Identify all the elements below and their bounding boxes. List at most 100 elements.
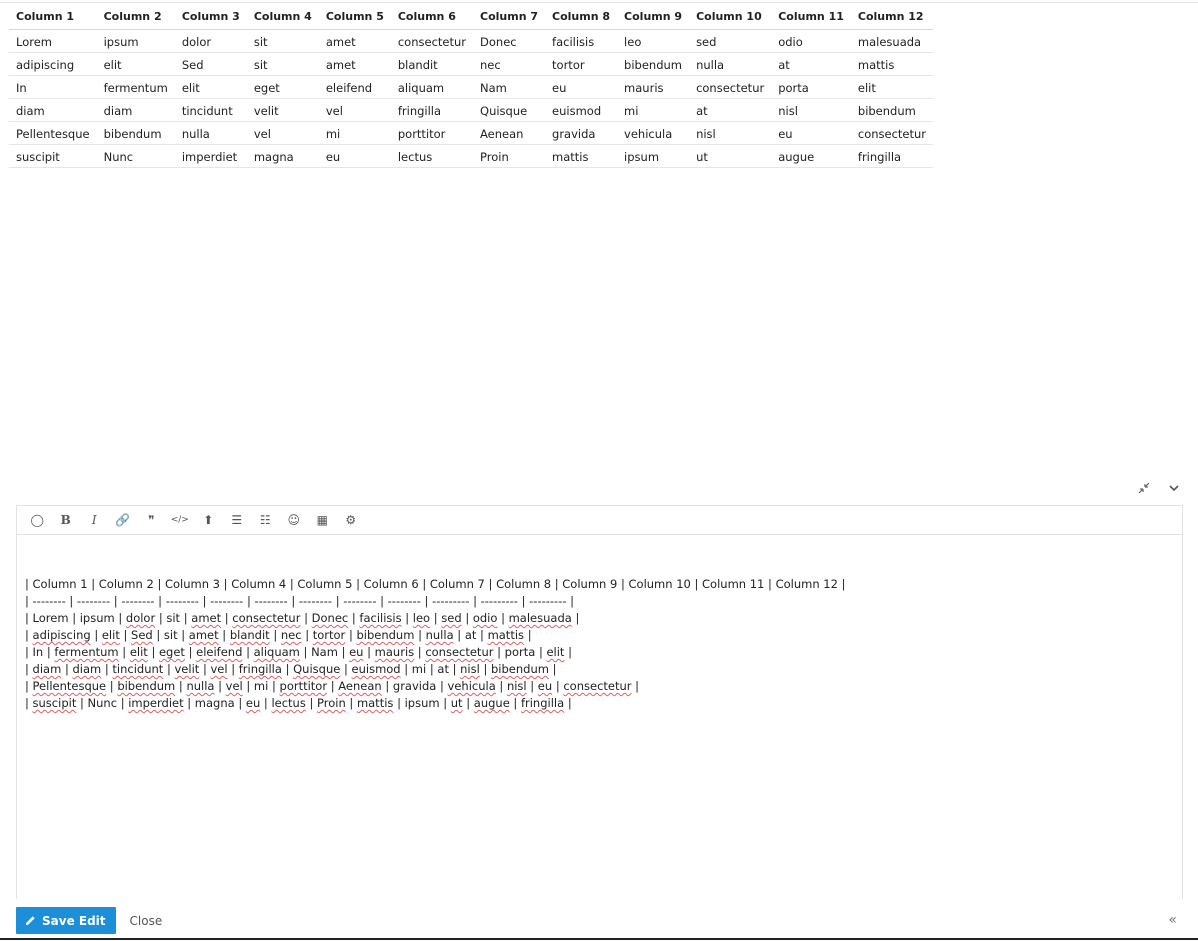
source-line: | In | fermentum | elit | eget | eleifen… bbox=[25, 645, 572, 659]
table-cell: tortor bbox=[545, 52, 618, 76]
table-cell: ut bbox=[689, 144, 772, 168]
table-row: adipiscing elit Sed sit amet blandit nec tortor… bbox=[9, 52, 934, 76]
table-cell: fringilla bbox=[850, 144, 934, 168]
table-cell: vel bbox=[318, 98, 391, 122]
top-divider bbox=[0, 2, 1198, 3]
chevron-down-icon[interactable] bbox=[1166, 480, 1182, 496]
table-cell: sit bbox=[246, 29, 319, 53]
table-cell: magna bbox=[246, 144, 319, 168]
double-chevron-left-icon[interactable]: « bbox=[1168, 912, 1177, 928]
emoji-icon[interactable]: ☺ bbox=[280, 507, 309, 533]
bullet-list-icon[interactable]: ☰ bbox=[223, 507, 252, 533]
table-cell: ipsum bbox=[617, 144, 690, 168]
table-row: In fermentum elit eget eleifend aliquam Nam eu m… bbox=[9, 75, 934, 99]
table-cell: mauris bbox=[617, 75, 690, 99]
column-header: Column 9 bbox=[617, 7, 690, 30]
table-cell: In bbox=[9, 75, 97, 99]
table-cell: nisl bbox=[771, 98, 851, 122]
composer-footer: Save Edit Close bbox=[16, 907, 162, 934]
column-header: Column 6 bbox=[390, 7, 474, 30]
table-cell: elit bbox=[174, 75, 247, 99]
table-cell: vel bbox=[246, 121, 319, 145]
column-header: Column 10 bbox=[689, 7, 772, 30]
table-cell: mi bbox=[617, 98, 690, 122]
quote-bubble-icon[interactable]: ◯ bbox=[23, 507, 52, 533]
save-edit-label: Save Edit bbox=[42, 913, 106, 928]
table-cell: sit bbox=[246, 52, 319, 76]
table-cell: mattis bbox=[850, 52, 934, 76]
table-cell: dolor bbox=[174, 29, 247, 53]
table-cell: suscipit bbox=[9, 144, 97, 168]
table-cell: facilisis bbox=[545, 29, 618, 53]
table-cell: adipiscing bbox=[9, 52, 97, 76]
source-line: | diam | diam | tincidunt | velit | vel … bbox=[25, 662, 557, 676]
gear-icon[interactable]: ⚙ bbox=[337, 507, 366, 533]
preview-table: Column 1 Column 2 Column 3 Column 4 Column 5… bbox=[9, 7, 934, 168]
table-cell: at bbox=[689, 98, 772, 122]
table-cell: blandit bbox=[390, 52, 474, 76]
markdown-source-textarea[interactable]: | Column 1 | Column 2 | Column 3 | Colum… bbox=[25, 576, 1174, 712]
table-cell: lectus bbox=[390, 144, 474, 168]
table-cell: Sed bbox=[174, 52, 247, 76]
table-cell: Pellentesque bbox=[9, 121, 97, 145]
table-cell: bibendum bbox=[96, 121, 175, 145]
table-cell: tincidunt bbox=[174, 98, 247, 122]
bold-icon[interactable]: B bbox=[52, 507, 81, 533]
table-cell: consectetur bbox=[850, 121, 934, 145]
table-body: Lorem ipsum dolor sit amet consectetur Donec fa… bbox=[9, 29, 934, 168]
table-cell: amet bbox=[318, 52, 391, 76]
source-line: | adipiscing | elit | Sed | sit | amet |… bbox=[25, 628, 532, 642]
table-cell: at bbox=[771, 52, 851, 76]
link-icon[interactable]: 🔗 bbox=[109, 507, 138, 533]
table-cell: mi bbox=[318, 121, 391, 145]
save-edit-button[interactable]: Save Edit bbox=[16, 907, 116, 934]
table-cell: fringilla bbox=[390, 98, 474, 122]
table-cell: nulla bbox=[689, 52, 772, 76]
table-cell: mattis bbox=[545, 144, 618, 168]
table-cell: porttitor bbox=[390, 121, 474, 145]
table-cell: elit bbox=[850, 75, 934, 99]
source-line: | Pellentesque | bibendum | nulla | vel … bbox=[25, 679, 640, 693]
table-cell: eu bbox=[771, 121, 851, 145]
calendar-icon[interactable]: ▦ bbox=[308, 507, 337, 533]
table-cell: nisl bbox=[689, 121, 772, 145]
table-row: suscipit Nunc imperdiet magna eu lectus Proin m… bbox=[9, 144, 934, 168]
table-cell: bibendum bbox=[617, 52, 690, 76]
column-header: Column 8 bbox=[545, 7, 618, 30]
table-cell: fermentum bbox=[96, 75, 175, 99]
table-cell: Proin bbox=[473, 144, 546, 168]
table-cell: vehicula bbox=[617, 121, 690, 145]
table-cell: Aenean bbox=[473, 121, 546, 145]
column-header: Column 4 bbox=[246, 7, 319, 30]
table-row: Lorem ipsum dolor sit amet consectetur Donec fa… bbox=[9, 29, 934, 53]
composer-controls bbox=[1136, 480, 1182, 496]
table-cell: eget bbox=[246, 75, 319, 99]
table-cell: Nam bbox=[473, 75, 546, 99]
italic-icon[interactable]: I bbox=[80, 507, 109, 533]
table-cell: porta bbox=[771, 75, 851, 99]
column-header: Column 12 bbox=[850, 7, 934, 30]
table-cell: Lorem bbox=[9, 29, 97, 53]
table-cell: amet bbox=[318, 29, 391, 53]
table-cell: eleifend bbox=[318, 75, 391, 99]
column-header: Column 1 bbox=[9, 7, 97, 30]
table-cell: velit bbox=[246, 98, 319, 122]
table-cell: euismod bbox=[545, 98, 618, 122]
source-line: | Lorem | ipsum | dolor | sit | amet | c… bbox=[25, 611, 580, 625]
table-cell: ipsum bbox=[96, 29, 175, 53]
minimize-composer-icon[interactable] bbox=[1136, 480, 1152, 496]
upload-icon[interactable]: ⬆ bbox=[194, 507, 223, 533]
source-line: | -------- | -------- | -------- | -----… bbox=[25, 594, 575, 608]
numbered-list-icon[interactable]: ☷ bbox=[251, 507, 280, 533]
column-header: Column 3 bbox=[174, 7, 247, 30]
table-header-row: Column 1 Column 2 Column 3 Column 4 Column 5… bbox=[9, 7, 934, 30]
close-button[interactable]: Close bbox=[130, 914, 163, 928]
blockquote-icon[interactable]: ❞ bbox=[137, 507, 166, 533]
table-cell: Nunc bbox=[96, 144, 175, 168]
code-icon[interactable]: </> bbox=[166, 507, 195, 533]
table-cell: consectetur bbox=[390, 29, 474, 53]
preview-pane: Column 1 Column 2 Column 3 Column 4 Column 5… bbox=[9, 7, 934, 168]
source-line: | suscipit | Nunc | imperdiet | magna | … bbox=[25, 696, 572, 710]
source-line: | Column 1 | Column 2 | Column 3 | Colum… bbox=[25, 577, 846, 591]
table-cell: nulla bbox=[174, 121, 247, 145]
